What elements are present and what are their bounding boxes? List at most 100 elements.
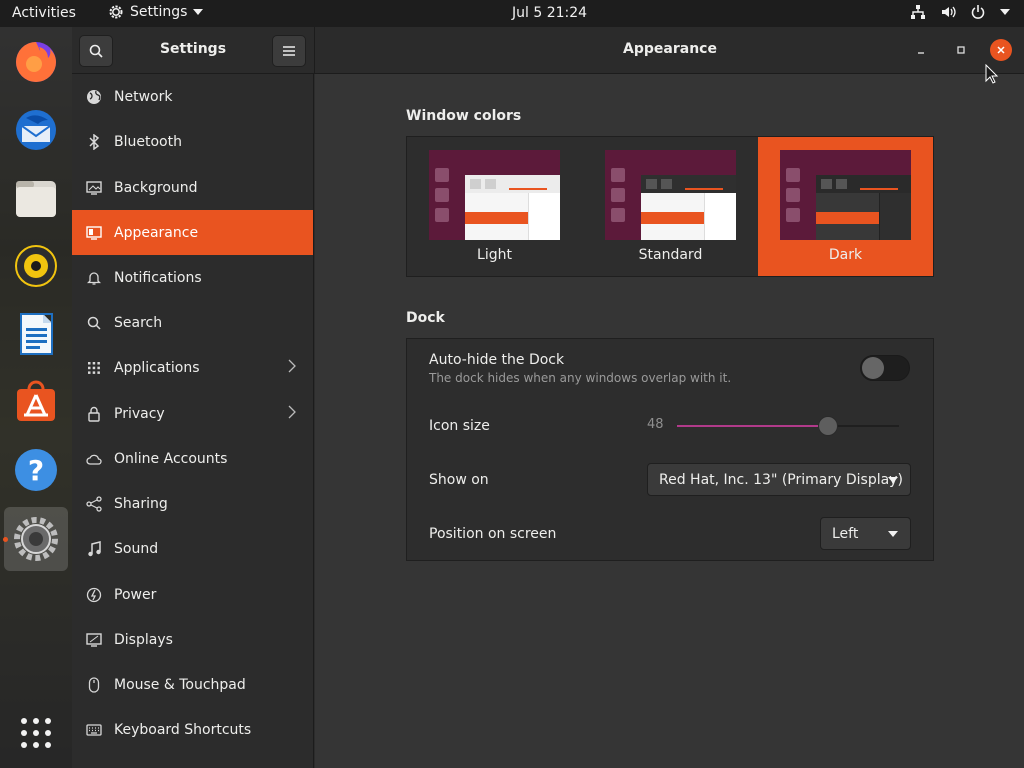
app-menu-label: Settings: [130, 4, 188, 20]
sidebar-item-sound[interactable]: Sound: [72, 526, 313, 571]
window-color-label: Light: [477, 247, 512, 263]
slider-handle[interactable]: [817, 416, 838, 436]
power-icon: [86, 587, 102, 603]
sidebar-item-label: Power: [114, 586, 157, 603]
window-color-light[interactable]: Light: [407, 137, 582, 276]
settings-icon[interactable]: [10, 513, 62, 565]
activities-button[interactable]: Activities: [12, 5, 76, 21]
autohide-label: Auto-hide the Dock: [429, 352, 565, 368]
sidebar-item-appearance[interactable]: Appearance: [72, 210, 313, 255]
sidebar-item-online-accounts[interactable]: Online Accounts: [72, 436, 313, 481]
appearance-icon: [86, 225, 102, 241]
top-bar: Activities Settings Jul 5 21:24: [0, 0, 1024, 27]
sidebar-item-mouse-touchpad[interactable]: Mouse & Touchpad: [72, 662, 313, 707]
sidebar-item-label: Privacy: [114, 405, 165, 422]
window-color-dark[interactable]: Dark: [758, 137, 933, 276]
autohide-toggle[interactable]: [860, 355, 910, 381]
toggle-knob: [862, 357, 884, 379]
maximize-icon: [957, 46, 965, 54]
window-color-label: Standard: [638, 247, 703, 263]
sidebar-item-network[interactable]: Network: [72, 74, 313, 119]
close-button[interactable]: [990, 39, 1012, 61]
sidebar-item-keyboard-shortcuts[interactable]: Keyboard Shortcuts: [72, 707, 313, 752]
sidebar-item-displays[interactable]: Displays: [72, 617, 313, 662]
sidebar-item-label: Appearance: [114, 224, 199, 241]
rhythmbox-icon[interactable]: [10, 240, 62, 292]
system-status-area[interactable]: [910, 4, 1010, 20]
slider-fill: [677, 425, 828, 427]
chevron-down-icon: [193, 9, 204, 15]
network-wired-icon: [911, 5, 925, 19]
sidebar-item-label: Mouse & Touchpad: [114, 676, 246, 693]
bell-icon: [86, 270, 102, 286]
show-on-dropdown[interactable]: Red Hat, Inc. 13" (Primary Display): [647, 463, 911, 496]
window-colors-heading: Window colors: [406, 108, 522, 124]
libreoffice-writer-icon[interactable]: [10, 308, 62, 360]
minimize-button[interactable]: [910, 39, 932, 61]
dark-theme-preview: [780, 150, 911, 240]
hamburger-icon: [283, 46, 295, 56]
display-icon: [86, 632, 102, 648]
sidebar-item-label: Sound: [114, 540, 159, 557]
sidebar-item-label: Keyboard Shortcuts: [114, 721, 252, 738]
dock: ?: [0, 27, 72, 768]
cloud-icon: [86, 453, 102, 465]
grid-icon: [86, 361, 102, 375]
menu-button[interactable]: [272, 35, 306, 67]
chevron-down-icon: [1000, 9, 1010, 15]
icon-size-value: 48: [647, 417, 664, 432]
power-icon: [971, 5, 985, 19]
sidebar: Network Bluetooth Background Appearance …: [72, 74, 314, 768]
software-center-icon[interactable]: [10, 376, 62, 428]
bluetooth-icon: [86, 133, 102, 150]
clock[interactable]: Jul 5 21:24: [512, 5, 587, 21]
music-note-icon: [86, 540, 102, 557]
app-menu[interactable]: Settings: [108, 4, 204, 20]
sidebar-headerbar: Settings: [72, 27, 314, 74]
gear-icon: [109, 5, 123, 19]
position-dropdown[interactable]: Left: [820, 517, 911, 550]
show-applications-icon[interactable]: [10, 707, 62, 759]
share-icon: [86, 495, 102, 512]
sidebar-item-bluetooth[interactable]: Bluetooth: [72, 119, 313, 164]
sidebar-item-applications[interactable]: Applications: [72, 345, 313, 390]
sidebar-item-privacy[interactable]: Privacy: [72, 391, 313, 436]
running-indicator: [3, 537, 8, 542]
chevron-right-icon: [288, 405, 296, 423]
light-theme-preview: [429, 150, 560, 240]
sidebar-item-power[interactable]: Power: [72, 572, 313, 617]
sidebar-item-label: Applications: [114, 359, 200, 376]
volume-icon: [942, 6, 956, 18]
content-headerbar: Appearance: [314, 27, 1024, 74]
mouse-pointer-icon: [985, 64, 999, 84]
sidebar-item-sharing[interactable]: Sharing: [72, 481, 313, 526]
sidebar-item-notifications[interactable]: Notifications: [72, 255, 313, 300]
help-icon[interactable]: ?: [10, 444, 62, 496]
chevron-right-icon: [288, 359, 296, 377]
svg-text:?: ?: [28, 454, 44, 487]
sidebar-item-label: Background: [114, 179, 198, 196]
appearance-page: Window colors Light Standard Dark Dock A…: [315, 74, 1024, 768]
chevron-down-icon: [888, 531, 898, 537]
firefox-icon[interactable]: [10, 36, 62, 88]
window-color-standard[interactable]: Standard: [583, 137, 758, 276]
icon-size-label: Icon size: [429, 418, 490, 434]
maximize-button[interactable]: [950, 39, 972, 61]
show-on-value: Red Hat, Inc. 13" (Primary Display): [659, 471, 903, 488]
sidebar-item-search[interactable]: Search: [72, 300, 313, 345]
icon-size-slider[interactable]: [677, 416, 899, 436]
thunderbird-icon[interactable]: [10, 104, 62, 156]
sidebar-item-label: Sharing: [114, 495, 168, 512]
files-icon[interactable]: [10, 172, 62, 224]
sidebar-item-background[interactable]: Background: [72, 165, 313, 210]
autohide-description: The dock hides when any windows overlap …: [429, 371, 732, 385]
minimize-icon: [918, 52, 924, 54]
window-color-label: Dark: [828, 247, 863, 263]
standard-theme-preview: [605, 150, 736, 240]
monitor-icon: [86, 180, 102, 196]
sidebar-item-label: Online Accounts: [114, 450, 228, 467]
keyboard-icon: [86, 723, 102, 736]
dock-settings-panel: Auto-hide the Dock The dock hides when a…: [406, 338, 934, 561]
position-value: Left: [832, 525, 859, 542]
globe-icon: [86, 89, 102, 105]
